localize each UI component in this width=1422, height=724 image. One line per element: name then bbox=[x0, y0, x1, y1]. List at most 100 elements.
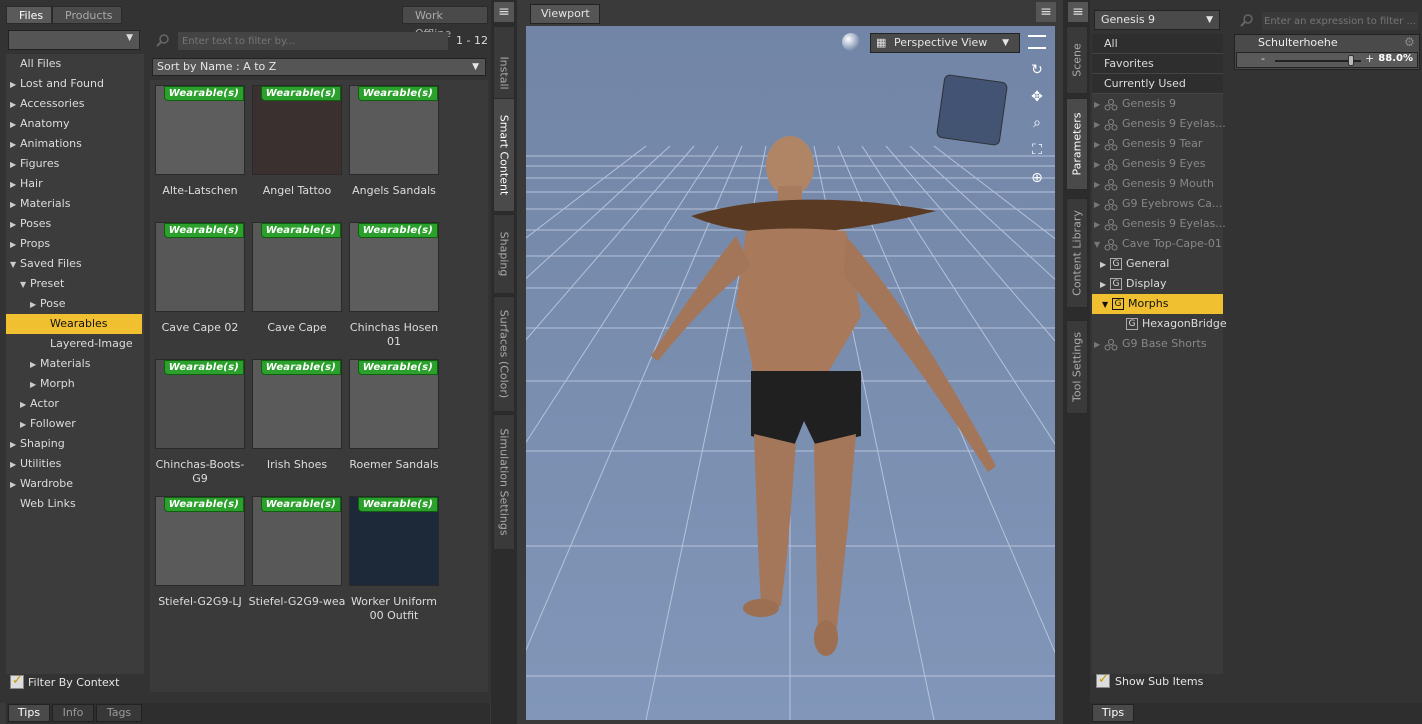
tree-item[interactable]: ▶ Props bbox=[6, 234, 50, 254]
tree-item[interactable]: ▶ Hair bbox=[6, 174, 43, 194]
folder-dropdown[interactable]: ▼ bbox=[8, 30, 140, 50]
work-offline-button[interactable]: Work Offline bbox=[402, 6, 488, 40]
menu-icon[interactable]: ≡ bbox=[494, 2, 514, 22]
chevron-right-icon[interactable]: ▶ bbox=[1094, 215, 1104, 235]
viewport-menu-icon[interactable]: ≡ bbox=[1036, 2, 1056, 22]
chevron-right-icon[interactable]: ▶ bbox=[10, 215, 20, 235]
content-item-label[interactable]: Stiefel-G2G9-LJ bbox=[151, 595, 249, 609]
tree-item[interactable]: ▶ Wardrobe bbox=[6, 474, 73, 494]
tree-item[interactable]: Web Links bbox=[6, 494, 76, 514]
property-tree-item[interactable]: ▶ G General bbox=[1100, 254, 1169, 274]
content-item-label[interactable]: Chinchas Hosen 01 bbox=[345, 321, 443, 349]
property-tree-item[interactable]: ▶ Genesis 9 Eyelas... bbox=[1094, 214, 1226, 234]
property-tree-item[interactable]: ▼ G Morphs bbox=[1092, 294, 1223, 314]
chevron-right-icon[interactable]: ▶ bbox=[10, 175, 20, 195]
viewport-options-icon[interactable] bbox=[1028, 35, 1046, 49]
content-thumbnail[interactable]: Wearable(s) bbox=[252, 359, 342, 449]
view-cube[interactable] bbox=[935, 73, 1009, 147]
vtab-smart-content[interactable]: Smart Content bbox=[493, 98, 515, 212]
chevron-down-icon[interactable]: ▼ bbox=[1102, 295, 1112, 315]
tree-item[interactable]: ▶ Morph bbox=[6, 374, 75, 394]
property-tree-item[interactable]: ▶ Genesis 9 Tear bbox=[1094, 134, 1202, 154]
content-thumbnail[interactable]: Wearable(s) bbox=[349, 222, 439, 312]
content-item-label[interactable]: Angel Tattoo bbox=[248, 184, 346, 198]
chevron-right-icon[interactable]: ▶ bbox=[10, 75, 20, 95]
tree-item[interactable]: ▶ Utilities bbox=[6, 454, 61, 474]
content-item-label[interactable]: Cave Cape 02 bbox=[151, 321, 249, 335]
chevron-right-icon[interactable]: ▶ bbox=[10, 135, 20, 155]
content-thumbnail[interactable]: Wearable(s) bbox=[349, 85, 439, 175]
vtab-surfaces-color-[interactable]: Surfaces (Color) bbox=[493, 296, 515, 412]
vtab-shaping[interactable]: Shaping bbox=[493, 214, 515, 294]
menu-icon[interactable]: ≡ bbox=[1068, 2, 1088, 22]
chevron-down-icon[interactable]: ▼ bbox=[10, 255, 20, 275]
chevron-right-icon[interactable]: ▶ bbox=[1094, 335, 1104, 355]
chevron-right-icon[interactable]: ▶ bbox=[1094, 115, 1104, 135]
tree-item[interactable]: ▶ Follower bbox=[6, 414, 76, 434]
chevron-down-icon[interactable]: ▼ bbox=[1094, 235, 1104, 255]
content-item-label[interactable]: Alte-Latschen bbox=[151, 184, 249, 198]
content-thumbnail[interactable]: Wearable(s) bbox=[155, 222, 245, 312]
property-tree-item[interactable]: ▶ Genesis 9 bbox=[1094, 94, 1176, 114]
tree-item[interactable]: ▶ Pose bbox=[6, 294, 65, 314]
minus-icon[interactable]: - bbox=[1261, 52, 1265, 65]
tab-products[interactable]: Products bbox=[52, 6, 122, 24]
tree-item[interactable]: All Files bbox=[6, 54, 61, 74]
content-item-label[interactable]: Angels Sandals bbox=[345, 184, 443, 198]
content-filter-input[interactable] bbox=[178, 32, 448, 50]
tree-item[interactable]: ▶ Anatomy bbox=[6, 114, 70, 134]
chevron-down-icon[interactable]: ▼ bbox=[20, 275, 30, 295]
perspective-view-dropdown[interactable]: ▦ Perspective View ▼ bbox=[870, 33, 1020, 53]
tab-tips[interactable]: Tips bbox=[8, 704, 50, 722]
content-item-label[interactable]: Stiefel-G2G9-wea bbox=[248, 595, 346, 609]
frame-icon[interactable]: ⛶ bbox=[1027, 140, 1047, 160]
filter-by-context-checkbox[interactable]: ✓ bbox=[10, 673, 24, 689]
pan-icon[interactable]: ✥ bbox=[1027, 87, 1047, 107]
tree-item[interactable]: ▶ Shaping bbox=[6, 434, 65, 454]
tree-item[interactable]: ▶ Figures bbox=[6, 154, 59, 174]
content-item-label[interactable]: Chinchas-Boots-G9 bbox=[151, 458, 249, 486]
tree-item[interactable]: Layered-Image bbox=[6, 334, 133, 354]
property-tree-item[interactable]: ▶ G9 Eyebrows Ca... bbox=[1094, 194, 1222, 214]
property-tree-item[interactable]: Favorites bbox=[1092, 54, 1223, 74]
vtab-simulation-settings[interactable]: Simulation Settings bbox=[493, 414, 515, 550]
chevron-right-icon[interactable]: ▶ bbox=[10, 455, 20, 475]
viewport-canvas[interactable] bbox=[526, 26, 1055, 720]
chevron-right-icon[interactable]: ▶ bbox=[30, 375, 40, 395]
property-tree-item[interactable]: G HexagonBridge bbox=[1126, 314, 1227, 334]
plus-icon[interactable]: + bbox=[1365, 52, 1374, 65]
property-tree-item[interactable]: ▶ Genesis 9 Mouth bbox=[1094, 174, 1214, 194]
content-thumbnail[interactable]: Wearable(s) bbox=[349, 359, 439, 449]
chevron-right-icon[interactable]: ▶ bbox=[10, 435, 20, 455]
property-tree-item[interactable]: All bbox=[1092, 34, 1223, 54]
parameter-value[interactable]: 88.0% bbox=[1378, 53, 1413, 64]
sort-dropdown[interactable]: Sort by Name : A to Z ▼ bbox=[152, 58, 486, 76]
content-thumbnail[interactable]: Wearable(s) bbox=[155, 496, 245, 586]
chevron-right-icon[interactable]: ▶ bbox=[30, 295, 40, 315]
slider-handle[interactable] bbox=[1347, 55, 1354, 66]
chevron-right-icon[interactable]: ▶ bbox=[30, 355, 40, 375]
chevron-right-icon[interactable]: ▶ bbox=[10, 475, 20, 495]
chevron-right-icon[interactable]: ▶ bbox=[1100, 275, 1110, 295]
content-thumbnail[interactable]: Wearable(s) bbox=[155, 359, 245, 449]
tree-item[interactable]: ▶ Accessories bbox=[6, 94, 84, 114]
orbit-icon[interactable]: ↻ bbox=[1027, 60, 1047, 80]
content-thumbnail[interactable]: Wearable(s) bbox=[252, 496, 342, 586]
content-item-label[interactable]: Roemer Sandals bbox=[345, 458, 443, 472]
tree-item[interactable]: ▶ Lost and Found bbox=[6, 74, 104, 94]
tree-item[interactable]: ▶ Materials bbox=[6, 354, 90, 374]
tree-item[interactable]: ▼ Preset bbox=[6, 274, 64, 294]
chevron-right-icon[interactable]: ▶ bbox=[10, 235, 20, 255]
tree-item[interactable]: ▶ Actor bbox=[6, 394, 59, 414]
property-tree-item[interactable]: ▼ Cave Top-Cape-01 bbox=[1094, 234, 1222, 254]
chevron-right-icon[interactable]: ▶ bbox=[20, 415, 30, 435]
vtab-scene[interactable]: Scene bbox=[1066, 26, 1088, 94]
tab-viewport[interactable]: Viewport bbox=[530, 4, 600, 24]
tree-item[interactable]: ▶ Animations bbox=[6, 134, 82, 154]
chevron-right-icon[interactable]: ▶ bbox=[1094, 155, 1104, 175]
vtab-tool-settings[interactable]: Tool Settings bbox=[1066, 320, 1088, 414]
tab-info[interactable]: Info bbox=[52, 704, 94, 722]
show-sub-items-checkbox[interactable]: ✓ bbox=[1096, 672, 1110, 688]
parameter-slider[interactable]: - + 88.0% bbox=[1236, 52, 1418, 68]
parameter-filter-input[interactable] bbox=[1262, 12, 1418, 30]
